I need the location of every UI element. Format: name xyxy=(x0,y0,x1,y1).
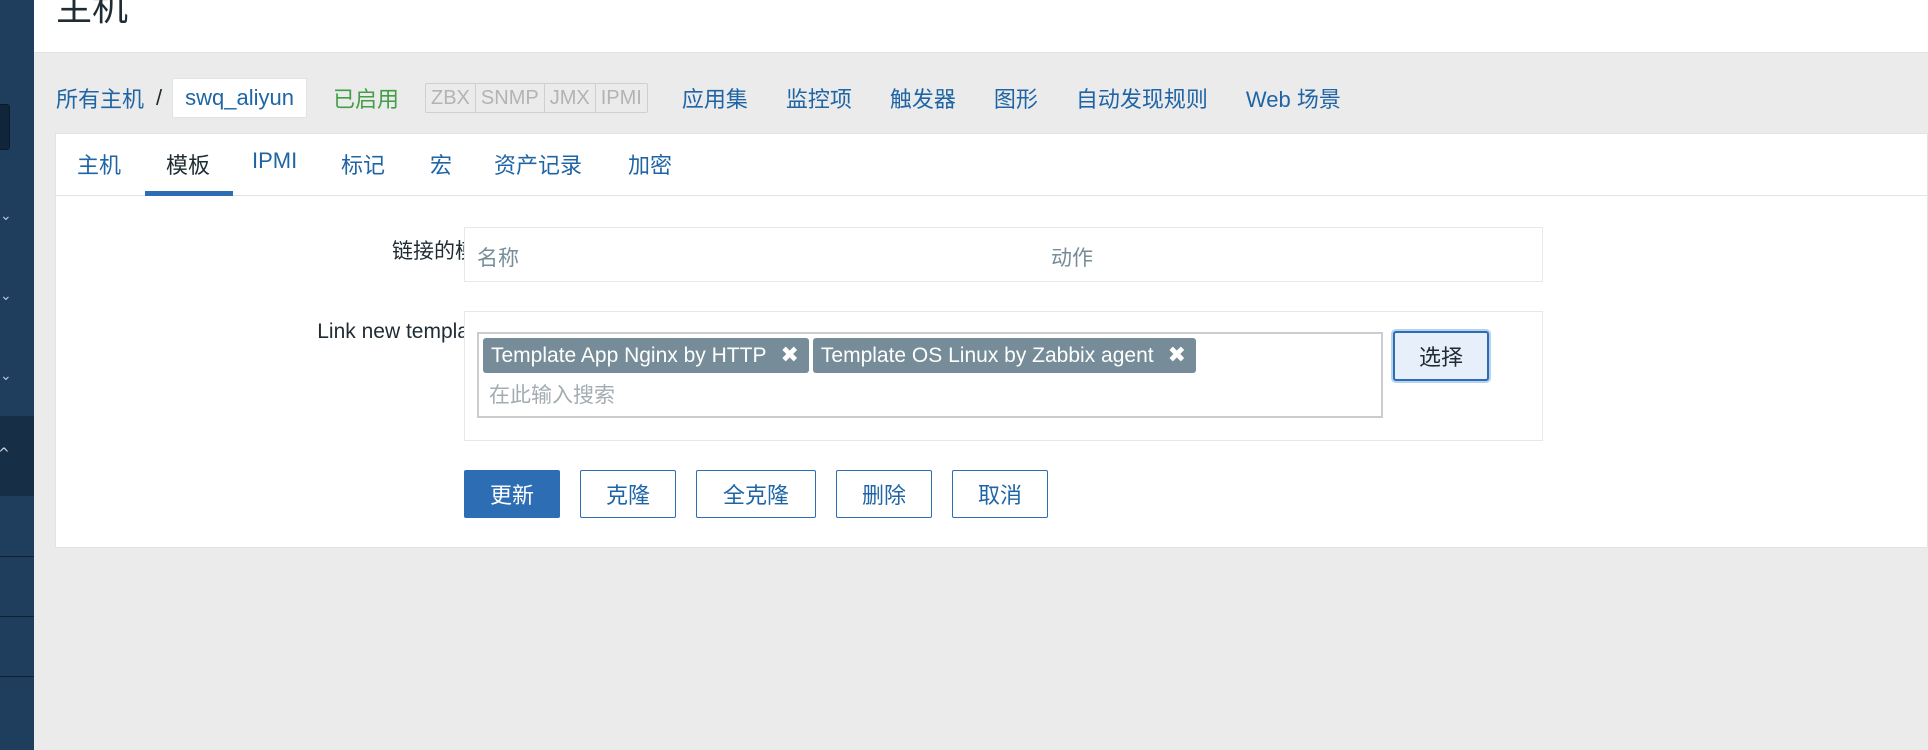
nav-web-scenarios[interactable]: Web 场景 xyxy=(1246,82,1341,114)
badge-ipmi: IPMI xyxy=(600,87,642,109)
full-clone-button[interactable]: 全克隆 xyxy=(696,470,816,518)
tab-templates[interactable]: 模板 xyxy=(166,148,210,180)
sidebar-chevron-icon[interactable]: ⌄ xyxy=(0,368,12,384)
linked-templates-table: 名称 动作 xyxy=(464,227,1543,282)
remove-chip-icon[interactable]: ✖ xyxy=(780,338,798,373)
remove-chip-icon[interactable]: ✖ xyxy=(1168,338,1186,373)
breadcrumb-all-hosts[interactable]: 所有主机 xyxy=(56,82,144,114)
nav-triggers[interactable]: 触发器 xyxy=(890,82,956,114)
nav-discovery-rules[interactable]: 自动发现规则 xyxy=(1076,82,1208,114)
sidebar-divider xyxy=(0,616,34,617)
tab-macros[interactable]: 宏 xyxy=(430,148,452,180)
sidebar: ⌄ ⌄ ⌄ ^ xyxy=(0,0,34,750)
host-status-enabled[interactable]: 已启用 xyxy=(333,82,399,114)
nav-applications[interactable]: 应用集 xyxy=(682,82,748,114)
clone-button[interactable]: 克隆 xyxy=(580,470,676,518)
template-chip-label: Template App Nginx by HTTP xyxy=(491,344,767,367)
sidebar-chevron-icon[interactable]: ⌄ xyxy=(0,208,12,224)
sidebar-chevron-icon[interactable]: ⌄ xyxy=(0,288,12,304)
column-header-action: 动作 xyxy=(1051,247,1093,270)
form-actions: 更新 克隆 全克隆 删除 取消 xyxy=(464,470,1068,518)
sidebar-divider xyxy=(0,676,34,677)
badge-jmx: JMX xyxy=(545,84,596,112)
template-chip-label: Template OS Linux by Zabbix agent xyxy=(820,344,1154,367)
template-chip: Template OS Linux by Zabbix agent ✖ xyxy=(812,338,1197,373)
availability-badges: ZBX SNMP JMX IPMI xyxy=(425,83,648,113)
host-form: 主机 模板 IPMI 标记 宏 资产记录 加密 链接的模板 名称 动作 Link… xyxy=(55,133,1928,548)
tab-encryption[interactable]: 加密 xyxy=(628,148,672,180)
delete-button[interactable]: 删除 xyxy=(836,470,932,518)
host-nav: 所有主机 / swq_aliyun 已启用 ZBX SNMP JMX IPMI … xyxy=(56,78,1379,118)
select-templates-button[interactable]: 选择 xyxy=(1393,331,1489,381)
breadcrumb-host[interactable]: swq_aliyun xyxy=(172,78,307,118)
link-new-templates-box: Template App Nginx by HTTP ✖ Template OS… xyxy=(464,311,1543,441)
form-tabs: 主机 模板 IPMI 标记 宏 资产记录 加密 xyxy=(56,134,1927,196)
badge-zbx: ZBX xyxy=(426,84,476,112)
template-search-input[interactable] xyxy=(489,380,1349,412)
tab-ipmi[interactable]: IPMI xyxy=(252,148,297,174)
nav-items[interactable]: 监控项 xyxy=(786,82,852,114)
active-tab-indicator xyxy=(145,191,233,196)
breadcrumb-separator: / xyxy=(156,85,163,110)
page-title: 主机 xyxy=(56,0,129,28)
sidebar-search-box[interactable] xyxy=(0,104,10,150)
nav-graphs[interactable]: 图形 xyxy=(994,82,1038,114)
template-chip: Template App Nginx by HTTP ✖ xyxy=(483,338,809,373)
template-multiselect[interactable]: Template App Nginx by HTTP ✖ Template OS… xyxy=(477,332,1383,418)
update-button[interactable]: 更新 xyxy=(464,470,560,518)
tab-host[interactable]: 主机 xyxy=(77,148,121,180)
badge-snmp: SNMP xyxy=(476,84,545,112)
tab-inventory[interactable]: 资产记录 xyxy=(494,148,582,180)
chevron-up-icon[interactable]: ^ xyxy=(0,446,10,462)
selected-templates: Template App Nginx by HTTP ✖ Template OS… xyxy=(483,338,1200,373)
sidebar-divider xyxy=(0,556,34,557)
column-header-name: 名称 xyxy=(477,247,519,270)
cancel-button[interactable]: 取消 xyxy=(952,470,1048,518)
page-header: 主机 xyxy=(34,0,1928,53)
tab-tags[interactable]: 标记 xyxy=(341,148,385,180)
